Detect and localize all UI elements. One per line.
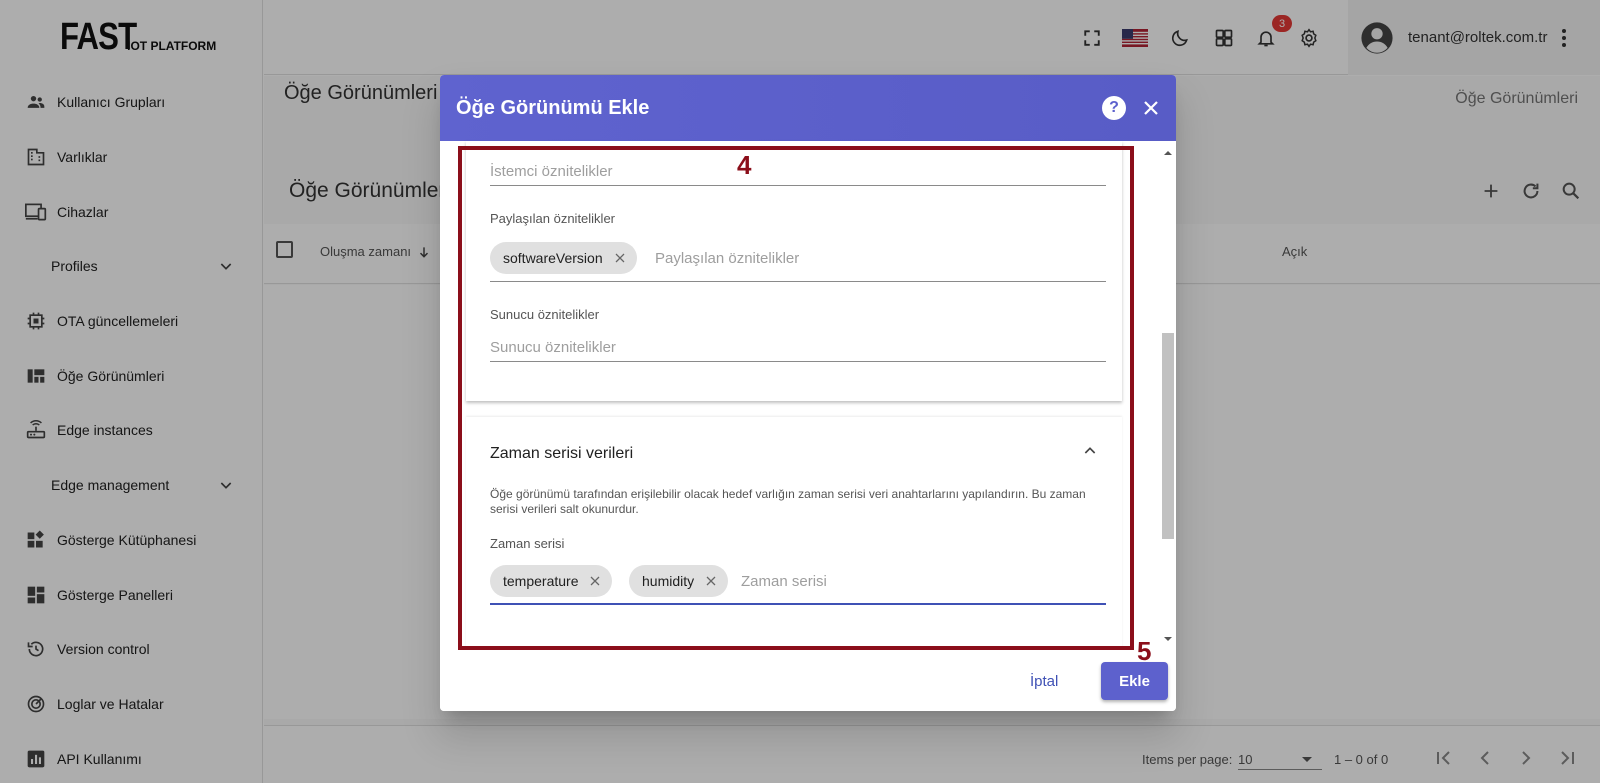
- annotation-step-5: 5: [1137, 636, 1152, 666]
- dialog-header: Öğe Görünümü Ekle ?: [440, 75, 1176, 141]
- cancel-button[interactable]: İptal: [1020, 663, 1068, 699]
- annotation-highlight-box: [458, 146, 1134, 650]
- scroll-down-arrow-icon[interactable]: [1164, 637, 1172, 641]
- scroll-up-arrow-icon[interactable]: [1164, 151, 1172, 155]
- help-icon[interactable]: ?: [1102, 96, 1126, 120]
- dialog-title: Öğe Görünümü Ekle: [456, 96, 650, 119]
- annotation-step-4: 4: [737, 150, 752, 180]
- add-button[interactable]: Ekle: [1101, 662, 1168, 700]
- close-icon[interactable]: [1142, 99, 1160, 117]
- scrollbar-thumb[interactable]: [1162, 333, 1174, 539]
- dialog-actions: İptal Ekle: [440, 649, 1176, 711]
